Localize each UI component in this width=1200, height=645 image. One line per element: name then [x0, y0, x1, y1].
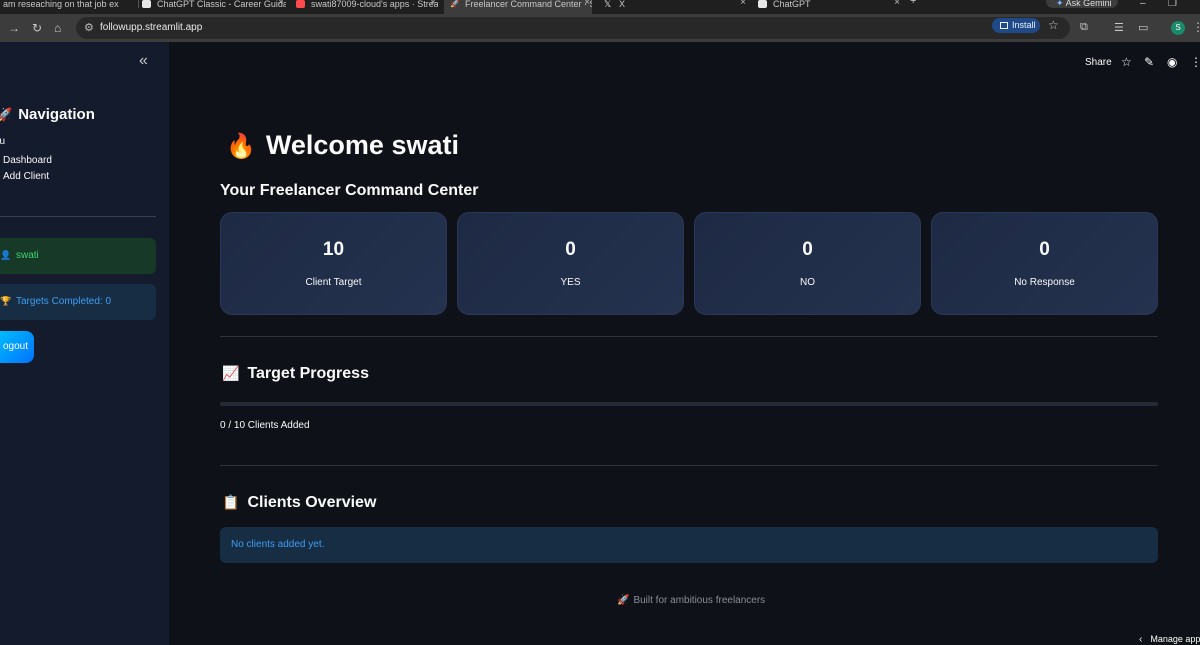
x-favicon-icon: 𝕏 — [604, 0, 612, 9]
address-bar[interactable]: ⚙ followupp.streamlit.app — [76, 17, 1070, 39]
sidebar-title: 🚀 Navigation — [0, 106, 95, 123]
browser-menu-icon[interactable]: ⋮ — [1192, 20, 1200, 34]
browser-toolbar: → ↻ ⌂ ⚙ followupp.streamlit.app Install … — [0, 14, 1200, 42]
clients-overview-heading-text: Clients Overview — [247, 494, 377, 511]
browser-tab-active[interactable]: 🚀 Freelancer Command Center · S × — [444, 0, 592, 14]
reload-icon[interactable]: ↻ — [32, 21, 42, 35]
footer: 🚀 Built for ambitious freelancers — [617, 595, 765, 606]
progress-text: 0 / 10 Clients Added — [220, 420, 310, 431]
metric-label: Client Target — [305, 277, 362, 288]
install-app-button[interactable]: Install — [992, 18, 1040, 33]
targets-completed-text: Targets Completed: 0 — [16, 296, 112, 307]
browser-tab[interactable]: I am reseaching on that job ex — [0, 0, 136, 14]
metric-label: NO — [800, 277, 815, 288]
gemini-icon: ✦ — [1056, 0, 1064, 8]
trophy-icon: 🏆 — [0, 296, 12, 306]
browser-tab[interactable]: ChatGPT × — [758, 0, 902, 14]
metric-card-no-response: 0 No Response — [931, 212, 1158, 315]
chatgpt-favicon-icon — [758, 0, 767, 8]
chatgpt-favicon-icon — [142, 0, 151, 8]
metric-value: 0 — [802, 239, 813, 260]
url-text[interactable]: followupp.streamlit.app — [100, 22, 202, 33]
main-content: 🔥 Welcome swati Your Freelancer Command C… — [169, 42, 1200, 645]
metric-label: No Response — [1014, 277, 1075, 288]
sidepanel-icon[interactable]: ▭ — [1138, 21, 1148, 34]
sidebar-divider — [0, 216, 156, 217]
tab-title: X — [619, 0, 626, 9]
restore-icon[interactable]: ❐ — [1168, 0, 1177, 9]
metric-card-client-target: 10 Client Target — [220, 212, 447, 315]
tab-close-icon[interactable]: × — [584, 0, 590, 8]
new-tab-icon[interactable]: + — [910, 0, 922, 11]
rocket-icon: 🚀 — [0, 107, 13, 122]
metric-label: YES — [560, 277, 581, 288]
chevron-left-icon: ‹ — [1139, 634, 1143, 645]
metric-card-no: 0 NO — [694, 212, 921, 315]
section-divider — [220, 465, 1158, 466]
fire-icon: 🔥 — [226, 133, 256, 160]
tab-title: ChatGPT — [773, 0, 811, 9]
metric-value: 0 — [1039, 239, 1050, 260]
clients-empty-text: No clients added yet. — [231, 539, 325, 550]
ask-gemini-button[interactable]: ✦ Ask Gemini — [1046, 0, 1118, 8]
page-subtitle: Your Freelancer Command Center — [220, 182, 479, 199]
install-label: Install — [1012, 20, 1036, 30]
clients-empty-info-box: No clients added yet. — [220, 527, 1158, 563]
page-title-text: Welcome swati — [265, 130, 459, 160]
extensions-icon[interactable]: ⧉ — [1080, 21, 1088, 34]
tab-separator — [138, 0, 139, 8]
metric-value: 10 — [322, 239, 345, 260]
target-progress-heading: 📈 Target Progress — [222, 365, 369, 383]
target-progress-heading-text: Target Progress — [247, 365, 369, 382]
page-title: 🔥 Welcome swati — [226, 130, 459, 161]
tab-title: swati87009-cloud's apps · Strea — [311, 0, 438, 9]
tab-close-icon[interactable]: × — [430, 0, 436, 8]
section-divider — [220, 336, 1158, 337]
tab-title: I am reseaching on that job ex — [0, 0, 119, 9]
install-icon — [1000, 22, 1008, 29]
browser-tab[interactable]: swati87009-cloud's apps · Strea × — [296, 0, 438, 14]
user-icon: 👤 — [0, 250, 12, 260]
home-icon[interactable]: ⌂ — [54, 21, 61, 35]
user-name: swati — [16, 250, 39, 261]
rocket-favicon-icon: 🚀 — [450, 0, 460, 8]
minimize-icon[interactable]: – — [1140, 0, 1146, 9]
gemini-label: Ask Gemini — [1065, 0, 1112, 8]
tab-close-icon[interactable]: × — [278, 0, 284, 8]
streamlit-favicon-icon — [296, 0, 305, 8]
rocket-icon: 🚀 — [617, 595, 630, 606]
browser-tab-bar: I am reseaching on that job ex ChatGPT C… — [0, 0, 1200, 14]
sidebar-item-dashboard[interactable]: Dashboard — [3, 155, 52, 166]
footer-text: Built for ambitious freelancers — [633, 595, 766, 606]
tab-close-icon[interactable]: × — [894, 0, 900, 8]
tab-close-icon[interactable]: × — [740, 0, 746, 8]
forward-icon[interactable]: → — [8, 21, 20, 35]
tab-title: Freelancer Command Center · S — [465, 0, 592, 9]
target-progress-bar — [220, 402, 1158, 406]
chart-increasing-icon: 📈 — [222, 365, 240, 381]
metric-value: 0 — [565, 239, 576, 260]
clients-overview-heading: 📋 Clients Overview — [222, 494, 376, 512]
browser-tab[interactable]: 𝕏X × — [604, 0, 748, 14]
metric-card-yes: 0 YES — [457, 212, 684, 315]
user-success-box: 👤 swati — [0, 238, 156, 274]
manage-app-button[interactable]: ‹ Manage app — [1139, 634, 1200, 645]
bookmark-star-icon[interactable]: ☆ — [1048, 18, 1059, 32]
reading-list-icon[interactable]: ☰ — [1114, 21, 1124, 34]
profile-avatar[interactable]: S — [1171, 21, 1185, 35]
manage-app-label: Manage app — [1150, 634, 1200, 644]
collapse-sidebar-icon[interactable]: « — [139, 52, 148, 70]
clipboard-icon: 📋 — [222, 494, 240, 510]
sidebar-title-text: Navigation — [18, 106, 95, 123]
tab-title: ChatGPT Classic - Career Guida — [157, 0, 286, 9]
sidebar-item-add-client[interactable]: Add Client — [3, 171, 49, 182]
targets-info-box: 🏆 Targets Completed: 0 — [0, 284, 156, 320]
browser-tab[interactable]: ChatGPT Classic - Career Guida × — [142, 0, 286, 14]
logout-button[interactable]: ogout — [0, 331, 34, 363]
sidebar: « 🚀 Navigation nu Dashboard Add Client 👤 … — [0, 42, 169, 645]
menu-label: nu — [0, 136, 6, 147]
site-settings-icon[interactable]: ⚙ — [84, 21, 94, 34]
